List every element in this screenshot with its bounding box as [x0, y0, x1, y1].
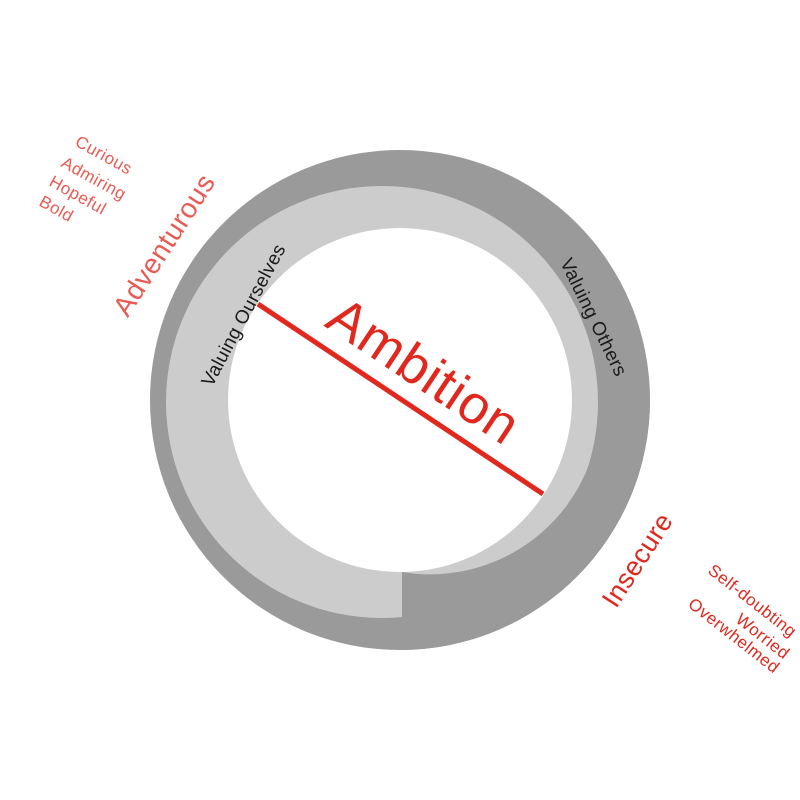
emotion-wheel-diagram: Ambition Valuing Ourselves Valuing Other… — [0, 0, 800, 800]
wheel-canvas: Ambition Valuing Ourselves Valuing Other… — [36, 132, 800, 677]
